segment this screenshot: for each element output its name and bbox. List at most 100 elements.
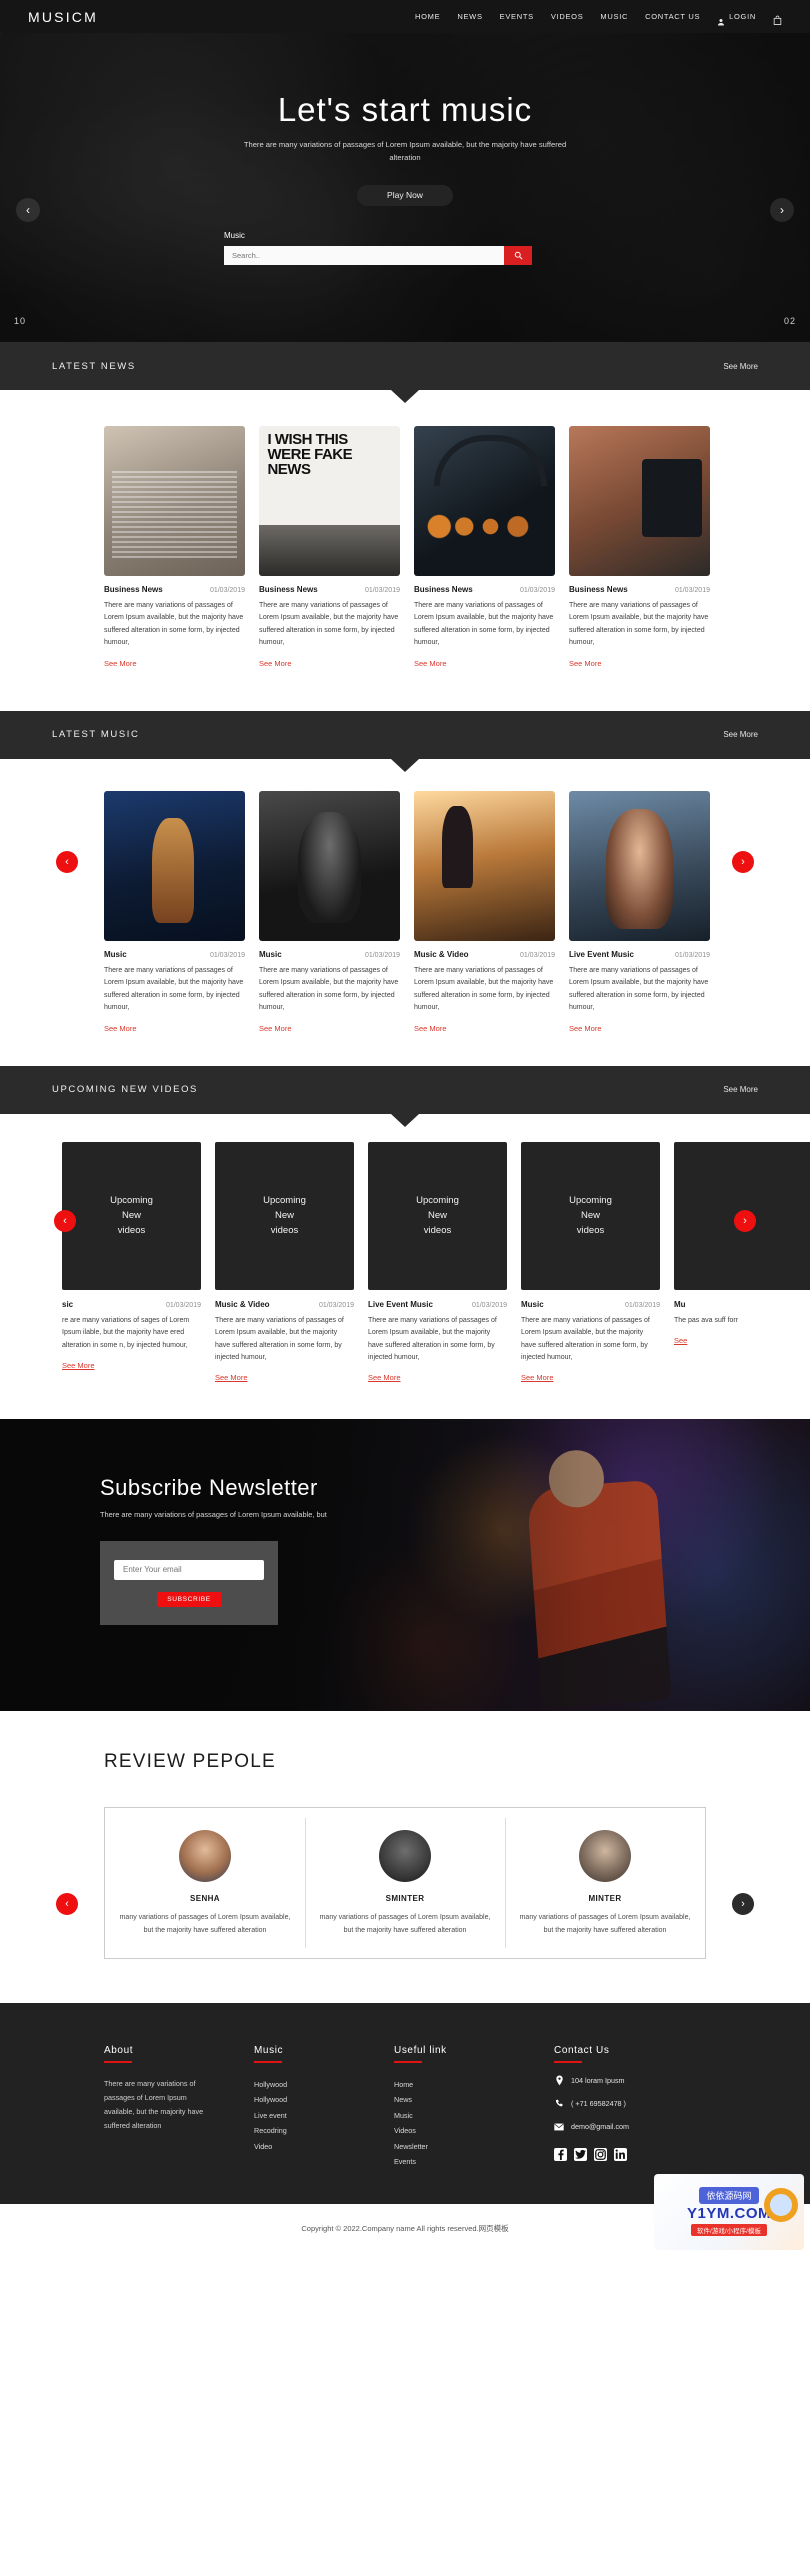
footer-link[interactable]: News — [394, 2092, 554, 2107]
music-card-text: There are many variations of passages of… — [259, 966, 399, 1012]
search-input[interactable] — [224, 245, 504, 265]
nav-item-news[interactable]: NEWS — [457, 12, 482, 21]
video-card[interactable]: Upcoming New videos Live Event Music 01/03… — [368, 1141, 507, 1386]
footer-link[interactable]: Video — [254, 2139, 394, 2154]
upcoming-videos-carousel: ‹ Upcoming New videos sic 01/03/2019 re ar… — [0, 1114, 810, 1420]
video-card-title: Music & Video — [215, 1299, 270, 1309]
video-card[interactable]: Upcoming New videos Music 01/03/2019 There… — [521, 1141, 660, 1386]
footer-link[interactable]: Live event — [254, 2108, 394, 2123]
play-now-button[interactable]: Play Now — [357, 184, 453, 206]
music-card-image — [569, 790, 710, 941]
news-card-see-more[interactable]: See More — [414, 659, 447, 668]
avatar — [179, 1830, 231, 1883]
video-card[interactable]: Mu The pas ava suff forr See — [674, 1141, 810, 1386]
music-card[interactable]: Music & Video 01/03/2019 There are many … — [414, 790, 555, 1036]
reviews-section: REVIEW PEPOLE ‹ SENHA many variations of… — [0, 1711, 810, 2002]
nav-item-music[interactable]: MUSIC — [600, 12, 628, 21]
nav-item-home[interactable]: HOME — [415, 12, 440, 21]
footer-link[interactable]: Videos — [394, 2123, 554, 2138]
reviews-prev-button[interactable]: ‹ — [56, 1893, 78, 1916]
latest-music-next-button[interactable]: › — [732, 850, 754, 873]
footer-social-links — [554, 2147, 706, 2161]
news-card-date: 01/03/2019 — [364, 587, 400, 594]
hero-prev-button[interactable]: ‹ — [16, 198, 40, 222]
avatar — [379, 1830, 431, 1883]
newsletter-subscribe-button[interactable]: SUBSCRIBE — [157, 1591, 221, 1607]
music-card-see-more[interactable]: See More — [104, 1024, 137, 1033]
nav-item-contact-us[interactable]: CONTACT US — [645, 12, 700, 21]
upcoming-videos-title: UPCOMING NEW VIDEOS — [52, 1084, 198, 1096]
news-card-image — [414, 426, 555, 576]
video-card-see-more[interactable]: See More — [521, 1373, 554, 1382]
news-card[interactable]: Business News 01/03/2019 There are many … — [414, 426, 555, 671]
music-card[interactable]: Music 01/03/2019 There are many variatio… — [259, 790, 400, 1036]
video-card[interactable]: Upcoming New videos Music & Video 01/03/20… — [215, 1141, 354, 1386]
news-card[interactable]: Business News 01/03/2019 There are many … — [104, 426, 245, 671]
upcoming-videos-see-more[interactable]: See More — [723, 1085, 758, 1094]
nav-item-events[interactable]: EVENTS — [500, 12, 534, 21]
login-button[interactable]: LOGIN — [717, 12, 756, 25]
footer-link[interactable]: Music — [394, 2108, 554, 2123]
nav-item-videos[interactable]: VIDEOS — [551, 12, 584, 21]
video-card-see-more[interactable]: See More — [215, 1373, 248, 1382]
video-card-see-more[interactable]: See — [674, 1336, 687, 1345]
newsletter-content: Subscribe Newsletter There are many vari… — [0, 1419, 810, 1625]
hero-content: Let's start music There are many variati… — [0, 33, 810, 206]
footer-address-row: 104 loram Ipusm — [554, 2075, 706, 2086]
footer-music-links: Hollywood Hollywood Live event Recodring… — [254, 2077, 394, 2154]
music-card[interactable]: Music 01/03/2019 There are many variatio… — [104, 790, 245, 1036]
music-card-see-more[interactable]: See More — [569, 1024, 602, 1033]
news-card-date: 01/03/2019 — [674, 587, 710, 594]
review-name: SENHA — [189, 1894, 220, 1904]
shopping-bag-icon[interactable] — [773, 12, 782, 25]
latest-news-see-more[interactable]: See More — [723, 362, 758, 371]
search-button[interactable] — [504, 245, 532, 265]
latest-music-prev-button[interactable]: ‹ — [56, 850, 78, 873]
footer-phone-row: ( +71 69582478 ) — [554, 2099, 706, 2109]
newsletter-section: Subscribe Newsletter There are many vari… — [0, 1419, 810, 1712]
footer-link[interactable]: Events — [394, 2154, 554, 2169]
music-card-see-more[interactable]: See More — [414, 1024, 447, 1033]
login-label[interactable]: LOGIN — [729, 12, 756, 21]
news-card-text: There are many variations of passages of… — [104, 602, 244, 647]
instagram-icon[interactable] — [594, 2147, 607, 2161]
reviews-title: REVIEW PEPOLE — [104, 1751, 276, 1773]
news-card[interactable]: Business News 01/03/2019 There are many … — [259, 426, 400, 671]
reviews-next-button[interactable]: › — [732, 1893, 754, 1916]
music-card[interactable]: Live Event Music 01/03/2019 There are ma… — [569, 790, 710, 1036]
news-card-title: Business News — [104, 585, 163, 594]
footer-link[interactable]: Hollywood — [254, 2077, 394, 2092]
copyright-bar: Copyright © 2022.Company name All rights… — [0, 2173, 810, 2254]
news-card-see-more[interactable]: See More — [569, 659, 602, 668]
video-card-see-more[interactable]: See More — [368, 1373, 401, 1382]
hero-next-button[interactable]: › — [770, 198, 794, 222]
news-card[interactable]: Business News 01/03/2019 There are many … — [569, 426, 710, 671]
search-label: Music — [224, 230, 245, 240]
news-card-see-more[interactable]: See More — [104, 659, 137, 668]
newsletter-email-input[interactable] — [114, 1559, 264, 1580]
news-card-image — [104, 426, 245, 576]
video-card-text: There are many variations of passages of… — [368, 1316, 497, 1361]
video-card-see-more[interactable]: See More — [62, 1361, 95, 1370]
upcoming-videos-prev-button[interactable]: ‹ — [54, 1209, 76, 1232]
footer-link[interactable]: Home — [394, 2077, 554, 2092]
review-text: many variations of passages of Lorem Ips… — [119, 1914, 291, 1935]
footer-email-row: demo@gmail.com — [554, 2122, 706, 2132]
footer-link[interactable]: Recodring — [254, 2123, 394, 2138]
footer-about-column: About There are many variations of passa… — [104, 2045, 254, 2170]
brand-logo[interactable]: MUSICM — [28, 9, 98, 25]
avatar — [579, 1830, 631, 1883]
music-card-see-more[interactable]: See More — [259, 1024, 292, 1033]
upcoming-videos-next-button[interactable]: › — [734, 1209, 756, 1232]
facebook-icon[interactable] — [554, 2147, 567, 2161]
footer-link[interactable]: Newsletter — [394, 2139, 554, 2154]
latest-music-see-more[interactable]: See More — [723, 730, 758, 739]
footer-link[interactable]: Hollywood — [254, 2092, 394, 2107]
linkedin-icon[interactable] — [614, 2147, 627, 2161]
news-card-see-more[interactable]: See More — [259, 659, 292, 668]
news-card-meta: Business News 01/03/2019 — [569, 585, 710, 594]
twitter-icon[interactable] — [574, 2147, 587, 2161]
video-card-meta: Live Event Music 01/03/2019 — [368, 1300, 507, 1309]
video-card[interactable]: Upcoming New videos sic 01/03/2019 re are … — [62, 1141, 201, 1386]
news-card-image — [259, 426, 400, 576]
